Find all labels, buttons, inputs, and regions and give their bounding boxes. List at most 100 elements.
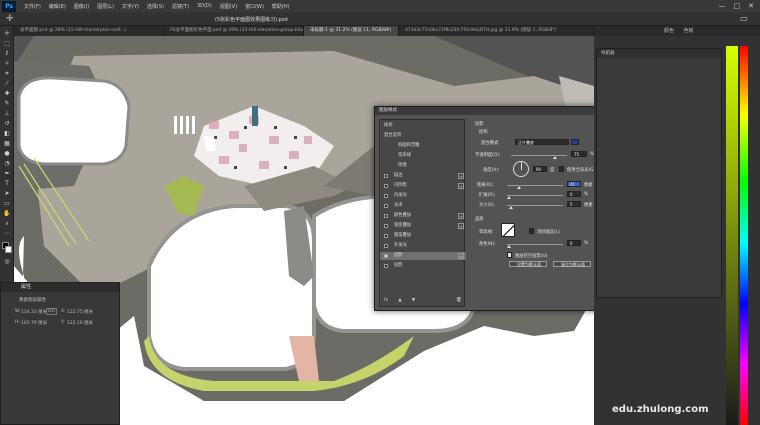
size-input[interactable]: 5 [567,201,581,207]
add-style-icon[interactable]: + [458,173,464,179]
marquee-tool-icon[interactable]: ⬚ [2,40,12,48]
tab-doc-3[interactable]: 未标题-1 @ 31.2% (图层 11, RGB/8#) [304,26,399,36]
style-item[interactable]: 内发光 [380,192,466,200]
edit-toolbar-icon[interactable]: ⋯ [2,230,12,238]
path-selection-icon[interactable]: ➤ [2,190,12,198]
style-item[interactable]: 光泽 [380,202,466,210]
menu-file[interactable]: 文件(F) [20,3,45,10]
trash-icon[interactable]: 🗑 [456,298,462,303]
spread-input[interactable]: 0 [567,191,581,197]
style-item[interactable]: 投影 [380,262,466,270]
styles-header[interactable]: 样式 [380,122,466,130]
angle-dial[interactable] [513,161,529,177]
gradient-tool-icon[interactable]: ▦ [2,140,12,148]
style-checkbox[interactable] [384,194,388,198]
move-down-icon[interactable]: ▼ [412,298,415,303]
menu-image[interactable]: 图像(I) [70,3,93,10]
spread-slider[interactable] [507,195,563,196]
style-checkbox[interactable] [384,204,388,208]
lasso-tool-icon[interactable]: ℓ [2,50,12,58]
magic-wand-icon[interactable]: ✧ [2,60,12,68]
tab-color[interactable]: 颜色 [664,28,674,34]
fx-icon[interactable]: fx [384,298,388,303]
menu-type[interactable]: 文字(Y) [118,3,143,10]
maximize-button[interactable]: □ [734,2,741,10]
tab-doc-2[interactable]: PS总平面图彩色平面.psd @ 29% (15-Hill-elevation-… [164,26,304,36]
style-item[interactable]: 外发光 [380,242,466,250]
menu-help[interactable]: 帮助(H) [268,3,294,10]
style-item[interactable]: 斜面和浮雕 [380,142,466,150]
move-tool-icon[interactable]: ✛ [2,30,12,38]
add-style-icon[interactable]: + [458,183,464,189]
blend-mode-select[interactable]: 正片叠底 [515,139,569,145]
style-item[interactable]: 内阴影 + [380,182,466,190]
style-checkbox[interactable] [384,214,388,218]
link-toggle[interactable]: GO [46,308,58,315]
opacity-input[interactable]: 75 [571,151,587,157]
distance-slider-handle[interactable] [517,186,521,189]
style-item[interactable]: 颜色叠加 + [380,212,466,220]
quick-mask-icon[interactable]: ◎ [2,258,12,266]
shape-tool-icon[interactable]: ▭ [2,200,12,208]
pen-tool-icon[interactable]: ✒ [2,170,12,178]
style-item[interactable]: 纹理 [380,162,466,170]
distance-input[interactable]: 41 [567,181,581,187]
size-slider[interactable] [507,205,563,206]
zoom-tool-icon[interactable]: ⌕ [2,220,12,228]
minimize-button[interactable]: — [719,2,726,10]
crop-tool-icon[interactable]: ⌗ [2,70,12,78]
move-up-icon[interactable]: ▲ [398,298,401,303]
reset-default-button[interactable]: 复位为默认值 [553,261,591,267]
spread-slider-handle[interactable] [507,196,511,199]
clone-stamp-icon[interactable]: ⊥ [2,110,12,118]
noise-input[interactable]: 0 [567,240,581,246]
add-style-icon[interactable]: + [458,223,464,229]
knockout-checkbox[interactable] [507,252,512,258]
style-item[interactable]: 投影 + [380,252,466,260]
hue-slider[interactable] [740,46,748,425]
style-item[interactable]: 等高线 [380,152,466,160]
add-style-icon[interactable]: + [458,213,464,219]
menu-layer[interactable]: 图层(L) [93,3,118,10]
history-brush-icon[interactable]: ↺ [2,120,12,128]
blur-tool-icon[interactable]: ● [2,150,12,158]
style-item[interactable]: 图案叠加 [380,232,466,240]
menu-filter[interactable]: 滤镜(T) [168,3,193,10]
size-slider-handle[interactable] [509,206,513,209]
distance-slider[interactable] [507,185,563,186]
close-window-button[interactable]: ✕ [748,2,754,10]
style-item[interactable]: 渐变叠加 + [380,222,466,230]
style-checkbox[interactable] [384,174,388,178]
background-color-swatch[interactable] [5,246,12,253]
style-checkbox[interactable] [384,244,388,248]
dodge-tool-icon[interactable]: ◔ [2,160,12,168]
x-value[interactable]: 122.75 厘米 [67,309,93,315]
menu-3d[interactable]: 3D(D) [193,3,216,9]
h-value[interactable]: 103.79 厘米 [21,320,47,326]
tab-doc-4[interactable]: 473d3c75c0bc72f8c23fc7f3c0ea3f7d.jpg @ 1… [399,26,594,36]
menu-select[interactable]: 选择(S) [143,3,168,10]
style-checkbox[interactable] [384,254,388,258]
angle-input[interactable]: 90 [533,166,547,172]
style-checkbox[interactable] [384,234,388,238]
shadow-color-swatch[interactable] [571,139,579,145]
opacity-slider[interactable] [511,155,567,156]
blending-options-item[interactable]: 混合选项 [380,132,466,140]
healing-brush-icon[interactable]: ✚ [2,90,12,98]
style-checkbox[interactable] [384,184,388,188]
noise-slider[interactable] [507,244,563,245]
w-value[interactable]: 134.33 厘米 [21,309,47,315]
style-item[interactable]: 描边 + [380,172,466,180]
antialias-checkbox[interactable] [529,228,534,234]
opacity-slider-handle[interactable] [553,156,557,159]
set-default-button[interactable]: 设置为默认值 [509,261,547,267]
workspace-icon[interactable]: ▭ [740,14,748,23]
style-checkbox[interactable] [384,224,388,228]
global-light-checkbox[interactable] [559,166,564,172]
contour-picker[interactable] [501,223,515,237]
move-icon[interactable]: ✛ [6,14,14,24]
y-value[interactable]: 122.16 厘米 [67,320,93,326]
style-checkbox[interactable] [384,264,388,268]
eraser-icon[interactable]: ◧ [2,130,12,138]
color-ramp[interactable] [726,46,738,425]
